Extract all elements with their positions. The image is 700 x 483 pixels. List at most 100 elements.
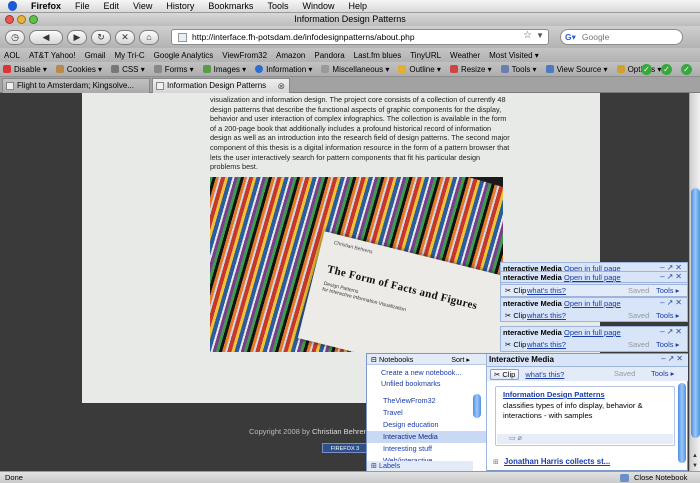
notebook-list-scrollbar[interactable] [473, 394, 481, 418]
menu-file[interactable]: File [75, 1, 90, 11]
dev-options-menu[interactable]: Options ▾ [616, 65, 661, 74]
tab-flight-amsterdam[interactable]: Flight to Amsterdam; Kingsolve... [2, 78, 150, 93]
notebook-item[interactable]: Travel [367, 407, 486, 419]
open-full-page-link[interactable]: Open in full page [564, 299, 621, 308]
bookmark-my-tri-c[interactable]: My Tri-C [114, 51, 144, 60]
minimize-window-icon[interactable] [17, 15, 26, 24]
close-tab-icon[interactable]: ⊗ [277, 79, 285, 93]
stop-button[interactable]: ✕ [115, 29, 135, 45]
page-scrollbar-thumb[interactable] [691, 188, 700, 438]
notebook-content-scrollbar[interactable] [678, 383, 686, 463]
firefox-badge[interactable]: FIREFOX 3 [322, 443, 368, 453]
bookmark-google-analytics[interactable]: Google Analytics [154, 51, 214, 60]
dev-images-menu[interactable]: Images ▾ [202, 65, 246, 74]
notebook-window-controls[interactable]: –↗✕ [661, 354, 685, 363]
note-expand-icon[interactable]: ⊞ [493, 458, 499, 466]
bookmark-tinyurl[interactable]: TinyURL [410, 51, 441, 60]
dev-tools-menu[interactable]: Tools ▾ [500, 65, 537, 74]
whats-this-link[interactable]: what's this? [527, 340, 566, 349]
url-bar[interactable]: http://interface.fh-potsdam.de/infodesig… [171, 29, 549, 45]
open-full-page-link[interactable]: Open in full page [564, 328, 621, 337]
url-text[interactable]: http://interface.fh-potsdam.de/infodesig… [192, 32, 415, 42]
scroll-down-icon[interactable]: ▼ [690, 461, 700, 471]
dev-information-menu[interactable]: Information ▾ [255, 65, 312, 74]
menu-view[interactable]: View [133, 1, 152, 11]
tools-menu[interactable]: Tools ▸ [651, 369, 674, 378]
whats-this-link[interactable]: what's this? [525, 370, 564, 379]
bookmark-gmail[interactable]: Gmail [85, 51, 106, 60]
dev-forms-menu[interactable]: Forms ▾ [153, 65, 194, 74]
whats-this-link[interactable]: what's this? [527, 311, 566, 320]
back-button[interactable]: ◀ [29, 29, 63, 45]
dev-outline-menu[interactable]: Outline ▾ [398, 65, 441, 74]
panel-window-controls[interactable]: –↗✕ [660, 298, 684, 307]
js-valid-check-icon[interactable]: ✓ [681, 64, 692, 75]
clip-button[interactable]: ✂ Clip [505, 286, 526, 295]
notebook-item[interactable]: Design education [367, 419, 486, 431]
notebook-item-selected[interactable]: Interactive Media [367, 431, 486, 443]
tab-information-design-patterns[interactable]: Information Design Patterns ⊗ [152, 78, 290, 93]
menu-window[interactable]: Window [302, 1, 334, 11]
note-title-link[interactable]: Information Design Patterns [503, 390, 605, 400]
clip-button[interactable]: ✂ Clip [505, 311, 526, 320]
clip-button[interactable]: ✂ Clip [490, 369, 520, 380]
notebook-item[interactable]: TheViewFrom32 [367, 395, 486, 407]
apple-icon[interactable] [8, 1, 17, 11]
dev-disable-menu[interactable]: Disable ▾ [3, 65, 47, 74]
dev-css-menu[interactable]: CSS ▾ [111, 65, 145, 74]
url-dropdown-icon[interactable]: ▼ [536, 31, 544, 40]
bookmark-lastfm-blues[interactable]: Last.fm blues [354, 51, 402, 60]
dev-cookies-menu[interactable]: Cookies ▾ [55, 65, 102, 74]
whats-this-link[interactable]: what's this? [527, 286, 566, 295]
search-input[interactable]: G▾ Google [560, 29, 683, 45]
zoom-window-icon[interactable] [29, 15, 38, 24]
labels-section[interactable]: ⊞ Labels [367, 461, 473, 471]
tools-menu[interactable]: Tools ▸ [656, 311, 679, 320]
panel-window-controls[interactable]: –↗✕ [660, 272, 684, 281]
tools-menu[interactable]: Tools ▸ [656, 286, 679, 295]
note-card[interactable]: Information Design Patterns classifies t… [495, 386, 675, 446]
menu-bookmarks[interactable]: Bookmarks [208, 1, 253, 11]
sort-menu[interactable]: Sort ▸ [451, 354, 470, 365]
panel-window-controls[interactable]: –↗✕ [660, 327, 684, 336]
bookmark-att-yahoo[interactable]: AT&T Yahoo! [29, 51, 76, 60]
bookmark-viewfrom32[interactable]: ViewFrom32 [222, 51, 267, 60]
bookmark-star-icon[interactable]: ☆ [523, 30, 532, 41]
create-notebook-action[interactable]: Create a new notebook... [367, 367, 486, 378]
menu-help[interactable]: Help [348, 1, 367, 11]
note-title-link[interactable]: Jonathan Harris collects st... [504, 457, 610, 466]
open-full-page-link[interactable]: Open in full page [564, 273, 621, 282]
note-comment-icon[interactable]: ▭ ⌀ [509, 434, 522, 444]
copyright-author-link[interactable]: Christian Behrens [312, 427, 372, 436]
bookmark-pandora[interactable]: Pandora [314, 51, 344, 60]
clip-button[interactable]: ✂ Clip [505, 340, 526, 349]
bookmark-most-visited[interactable]: Most Visited ▾ [489, 51, 539, 60]
bookmark-amazon[interactable]: Amazon [276, 51, 305, 60]
notebook-icon[interactable] [620, 474, 629, 482]
close-window-icon[interactable] [5, 15, 14, 24]
notebook-item[interactable]: Interesting stuff [367, 443, 486, 455]
css-valid-check-icon[interactable]: ✓ [641, 64, 652, 75]
home-button[interactable]: ⌂ [139, 29, 159, 45]
dev-resize-menu[interactable]: Resize ▾ [449, 65, 492, 74]
reload-button[interactable]: ↻ [91, 29, 111, 45]
notebooks-header[interactable]: ⊟ Notebooks Sort ▸ [367, 354, 486, 365]
dev-view-source-menu[interactable]: View Source ▾ [545, 65, 608, 74]
scroll-up-icon[interactable]: ▲ [690, 451, 700, 461]
unfiled-bookmarks-action[interactable]: Unfiled bookmarks [367, 378, 486, 389]
scroll-arrows[interactable]: ▲ ▼ [690, 451, 700, 471]
bookmark-weather[interactable]: Weather [450, 51, 480, 60]
bookmark-aol[interactable]: AOL [4, 51, 20, 60]
tools-menu[interactable]: Tools ▸ [656, 340, 679, 349]
history-button[interactable]: ◷ [5, 29, 25, 45]
google-search-icon[interactable]: G▾ [565, 32, 576, 43]
menu-app[interactable]: Firefox [31, 1, 61, 11]
close-notebook-link[interactable]: Close Notebook [634, 472, 687, 483]
menu-tools[interactable]: Tools [267, 1, 288, 11]
forward-button[interactable]: ▶ [67, 29, 87, 45]
html-valid-check-icon[interactable]: ✓ [661, 64, 672, 75]
dev-miscellaneous-menu[interactable]: Miscellaneous ▾ [321, 65, 389, 74]
menu-history[interactable]: History [166, 1, 194, 11]
page-scrollbar[interactable]: ▲ ▼ [689, 93, 700, 471]
menu-edit[interactable]: Edit [104, 1, 120, 11]
